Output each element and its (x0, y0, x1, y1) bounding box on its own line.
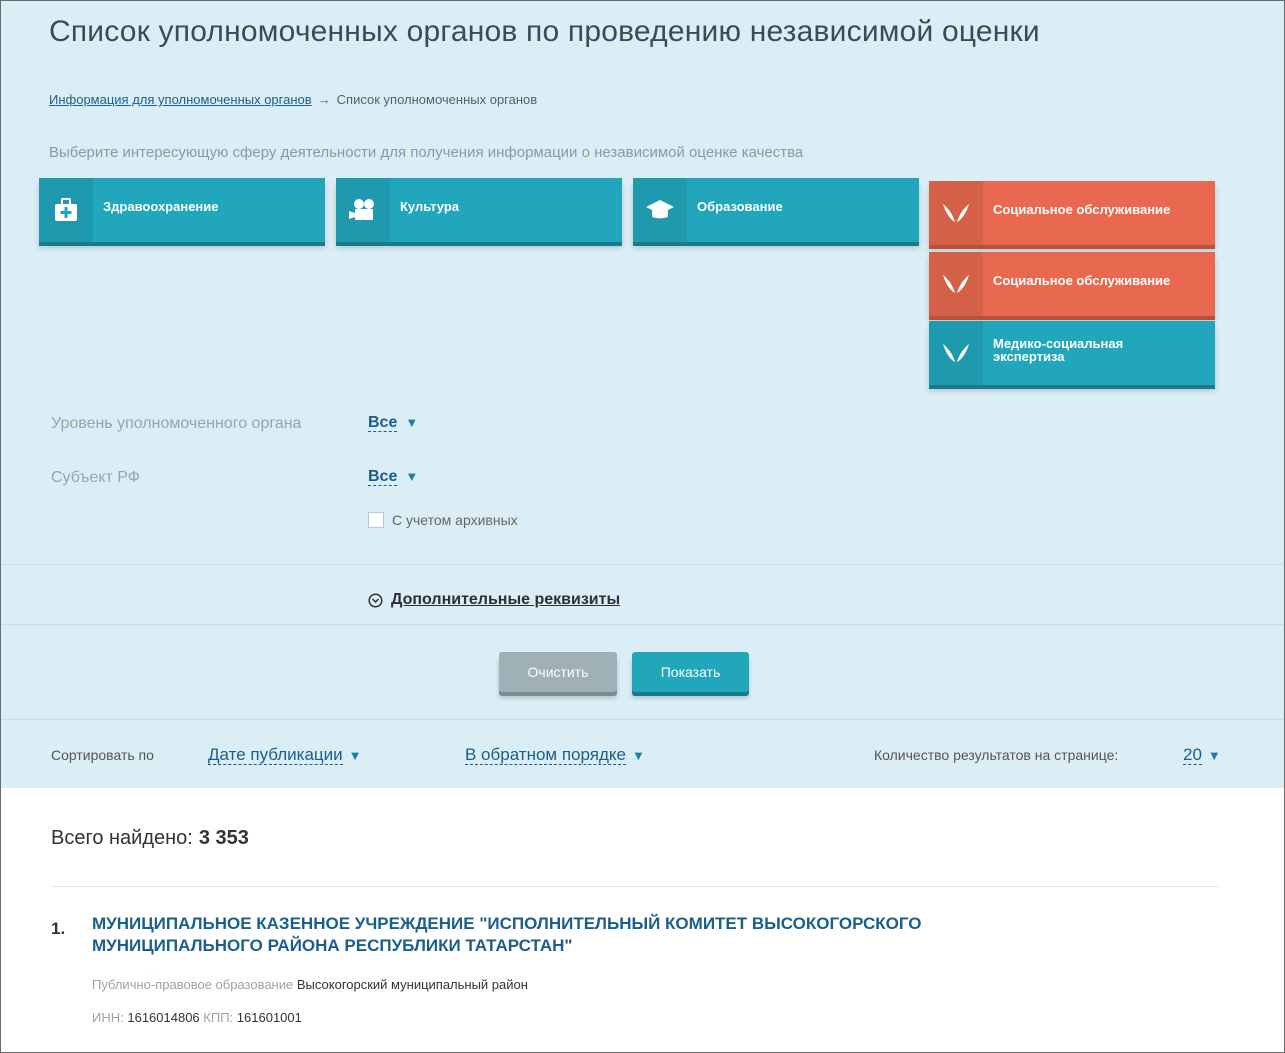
extra-fields-band (1, 564, 1284, 625)
extra-fields-toggle[interactable]: Дополнительные реквизиты (368, 591, 620, 609)
sphere-tile-education[interactable]: Образование (633, 178, 919, 242)
divider (51, 886, 1219, 887)
sphere-tile-label: Культура (400, 199, 460, 214)
per-page-label: Количество результатов на странице: (874, 747, 1119, 763)
sort-field-value: Дате публикации (208, 745, 343, 765)
sort-order-dropdown[interactable]: В обратном порядке ▼ (465, 745, 645, 765)
page-frame: Список уполномоченных органов по проведе… (0, 0, 1285, 1053)
clear-button[interactable]: Очистить (499, 652, 617, 692)
sphere-tile-label: Образование (697, 199, 783, 214)
ppo-value: Высокогорский муниципальный район (296, 977, 528, 992)
result-title-link[interactable]: МУНИЦИПАЛЬНОЕ КАЗЕННОЕ УЧРЕЖДЕНИЕ "ИСПОЛ… (92, 913, 1012, 957)
hands-icon (929, 252, 983, 316)
breadcrumb-separator: → (317, 92, 331, 107)
result-ppo: Публично-правовое образование Высокогорс… (92, 977, 528, 992)
sort-order-value: В обратном порядке (465, 745, 626, 765)
breadcrumb: Информация для уполномоченных органов → Сп… (49, 92, 537, 107)
extra-fields-label: Дополнительные реквизиты (391, 591, 621, 608)
medical-kit-icon (39, 178, 93, 242)
sphere-tile-label: Социальное обслуживание (993, 202, 1171, 217)
sphere-hint: Выберите интересующую сферу деятельности… (49, 144, 804, 161)
hands-icon (929, 321, 983, 385)
sphere-tile-social-service-2[interactable]: Социальное обслуживание (929, 252, 1215, 316)
results-count-label: Всего найдено: (51, 827, 193, 849)
subject-dropdown[interactable]: Все ▼ (368, 468, 418, 486)
film-camera-icon (336, 178, 390, 242)
ppo-label: Публично-правовое образование (92, 977, 294, 992)
level-dropdown[interactable]: Все ▼ (368, 414, 418, 432)
subject-dropdown-value: Все (368, 468, 398, 486)
breadcrumb-current: Список уполномоченных органов (336, 92, 538, 107)
sphere-tile-label: Социальное обслуживание (993, 273, 1171, 288)
chevron-down-icon: ▼ (348, 748, 362, 763)
archive-checkbox-label: С учетом архивных (392, 512, 518, 528)
sphere-tile-culture[interactable]: Культура (336, 178, 622, 242)
subject-filter-label: Субъект РФ (51, 469, 140, 486)
sphere-tile-label: Медико-социальная экспертиза (993, 336, 1124, 364)
page-title: Список уполномоченных органов по проведе… (49, 15, 1040, 48)
chevron-down-icon: ▼ (1207, 748, 1221, 763)
result-number: 1. (51, 919, 66, 938)
inn-label: ИНН: (92, 1010, 124, 1025)
sort-label: Сортировать по (51, 747, 154, 763)
level-dropdown-value: Все (368, 414, 398, 432)
sphere-tile-medical-social-expertise[interactable]: Медико-социальная экспертиза (929, 321, 1215, 385)
breadcrumb-link-info[interactable]: Информация для уполномоченных органов (49, 92, 312, 107)
show-button[interactable]: Показать (632, 652, 749, 692)
kpp-value: 161601001 (236, 1010, 302, 1025)
results-count-value: 3 353 (198, 827, 249, 849)
result-requisites: ИНН: 1616014806 КПП: 161601001 (92, 1010, 302, 1025)
per-page-dropdown[interactable]: 20 ▼ (1183, 745, 1221, 765)
chevron-down-icon: ▼ (405, 415, 419, 430)
per-page-value: 20 (1183, 745, 1202, 765)
hands-icon (929, 181, 983, 245)
graduation-cap-icon (633, 178, 687, 242)
level-filter-label: Уровень уполномоченного органа (51, 415, 302, 432)
sphere-tile-label: Здравоохранение (103, 199, 219, 214)
filter-panel: Список уполномоченных органов по проведе… (1, 1, 1284, 788)
chevron-down-icon: ▼ (405, 469, 419, 484)
circle-chevron-down-icon (368, 592, 383, 608)
sphere-tile-healthcare[interactable]: Здравоохранение (39, 178, 325, 242)
kpp-label: КПП: (203, 1010, 234, 1025)
chevron-down-icon: ▼ (631, 748, 645, 763)
checkbox-box[interactable] (368, 512, 384, 528)
results-count: Всего найдено: 3 353 (51, 827, 249, 850)
sphere-tile-social-service-1[interactable]: Социальное обслуживание (929, 181, 1215, 245)
sort-field-dropdown[interactable]: Дате публикации ▼ (208, 745, 362, 765)
archive-checkbox[interactable]: С учетом архивных (368, 512, 518, 528)
inn-value: 1616014806 (127, 1010, 200, 1025)
